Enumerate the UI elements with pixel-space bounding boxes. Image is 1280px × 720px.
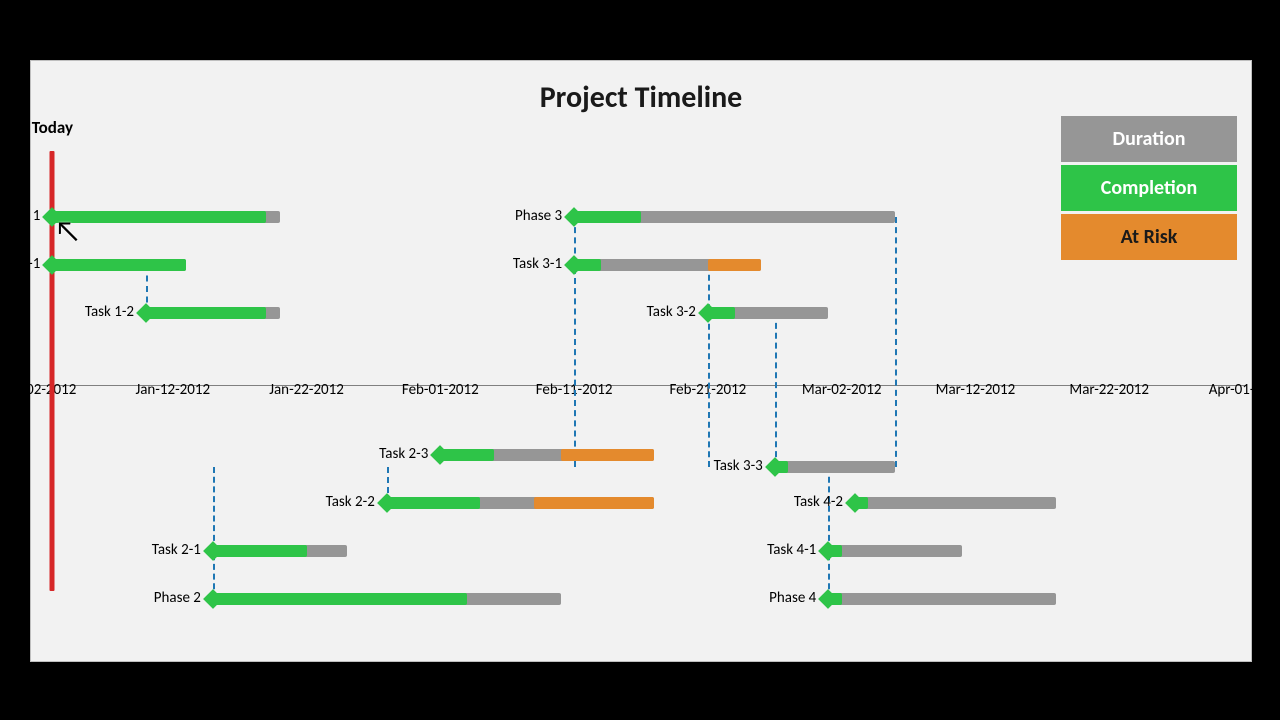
task-bar: Task 1-2 bbox=[146, 307, 280, 319]
task-bar: Task 4-2 bbox=[855, 497, 1056, 509]
task-bar: Phase 2 bbox=[213, 593, 561, 605]
x-tick-label: Mar-12-2012 bbox=[936, 381, 1016, 399]
task-label: Task 1-1 bbox=[0, 255, 40, 273]
bar-duration bbox=[775, 461, 895, 473]
connector bbox=[828, 467, 830, 599]
legend-duration: Duration bbox=[1061, 116, 1237, 162]
task-bar: Task 2-3 bbox=[440, 449, 654, 461]
task-label: Task 2-1 bbox=[152, 541, 201, 559]
connector bbox=[708, 265, 710, 467]
task-bar: Task 2-2 bbox=[387, 497, 655, 509]
task-label: Task 2-3 bbox=[379, 445, 428, 463]
bar-completion bbox=[52, 259, 186, 271]
task-bar: Task 4-1 bbox=[828, 545, 962, 557]
task-bar: Task 3-1 bbox=[574, 259, 761, 271]
task-bar: Task 3-3 bbox=[775, 461, 895, 473]
task-bar: Task 3-2 bbox=[708, 307, 828, 319]
legend: Duration Completion At Risk bbox=[1061, 116, 1237, 260]
bar-at-risk bbox=[708, 259, 762, 271]
chart-canvas: Project Timeline Jan-02-2012Jan-12-2012J… bbox=[30, 60, 1252, 662]
legend-completion: Completion bbox=[1061, 165, 1237, 211]
x-tick-label: Mar-02-2012 bbox=[802, 381, 882, 399]
task-label: Task 2-2 bbox=[326, 493, 375, 511]
x-axis bbox=[36, 385, 1246, 386]
task-bar: Task 2-1 bbox=[213, 545, 347, 557]
task-label: Task 4-1 bbox=[767, 541, 816, 559]
x-tick-label: Jan-02-2012 bbox=[2, 381, 77, 399]
x-tick-label: Jan-12-2012 bbox=[135, 381, 210, 399]
task-label: Task 3-3 bbox=[714, 457, 763, 475]
bar-completion bbox=[213, 545, 307, 557]
legend-at-risk: At Risk bbox=[1061, 214, 1237, 260]
connector bbox=[895, 217, 897, 467]
task-label: Task 3-2 bbox=[647, 303, 696, 321]
task-label: Task 1-2 bbox=[85, 303, 134, 321]
x-tick-label: Jan-22-2012 bbox=[269, 381, 344, 399]
bar-completion bbox=[574, 211, 641, 223]
task-bar: Phase 4 bbox=[828, 593, 1055, 605]
bar-duration bbox=[828, 593, 1055, 605]
bar-completion bbox=[213, 593, 467, 605]
bar-completion bbox=[387, 497, 481, 509]
today-label: Today bbox=[32, 117, 73, 138]
task-bar: Phase 1 bbox=[52, 211, 279, 223]
task-label: Phase 3 bbox=[515, 207, 562, 225]
task-bar: Task 1-1 bbox=[52, 259, 186, 271]
bar-completion bbox=[52, 211, 266, 223]
bar-at-risk bbox=[561, 449, 655, 461]
connector bbox=[574, 217, 576, 467]
connector bbox=[213, 467, 215, 599]
x-tick-label: Apr-01-201 bbox=[1209, 381, 1278, 399]
task-label: Phase 2 bbox=[154, 589, 201, 607]
task-label: Phase 1 bbox=[0, 207, 40, 225]
x-tick-label: Feb-01-2012 bbox=[402, 381, 479, 399]
bar-duration bbox=[828, 545, 962, 557]
connector bbox=[775, 313, 777, 467]
task-label: Task 3-1 bbox=[513, 255, 562, 273]
bar-duration bbox=[855, 497, 1056, 509]
task-label: Phase 4 bbox=[769, 589, 816, 607]
x-tick-label: Mar-22-2012 bbox=[1069, 381, 1149, 399]
bar-completion bbox=[146, 307, 266, 319]
bar-at-risk bbox=[534, 497, 654, 509]
task-label: Task 4-2 bbox=[794, 493, 843, 511]
task-bar: Phase 3 bbox=[574, 211, 895, 223]
